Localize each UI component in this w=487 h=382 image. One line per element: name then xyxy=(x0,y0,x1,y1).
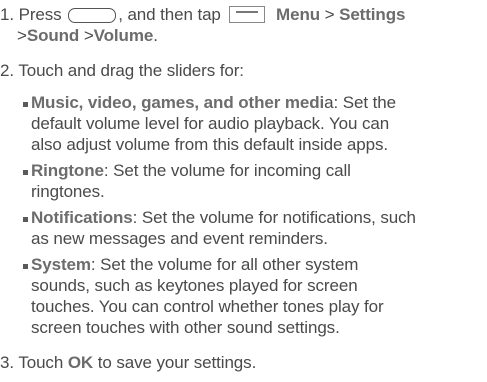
bullet-text-line: touches. You can control whether tones p… xyxy=(31,297,384,316)
step-number: 3. xyxy=(0,353,14,372)
step-text: to save your settings. xyxy=(97,353,257,372)
bullet-text-line: ringtones. xyxy=(31,182,105,201)
bullet-text-line: screen touches with other sound settings… xyxy=(31,318,340,337)
step-1: 1. Press , and then tap Menu > Settings xyxy=(0,3,405,25)
step-number: 1. xyxy=(0,5,14,24)
bullet-icon xyxy=(23,102,28,107)
bullet-text: : Set the volume for incoming call xyxy=(103,161,351,180)
step-1-cont: >Sound >Volume. xyxy=(17,25,158,46)
separator: > xyxy=(17,26,27,45)
bullet-icon xyxy=(23,217,28,222)
bullet-text-line: default volume level for audio playback.… xyxy=(31,114,390,133)
volume-label: Volume xyxy=(93,26,154,45)
step-number: 2. xyxy=(0,61,14,80)
settings-label: Settings xyxy=(339,5,406,24)
bullet-term: Ringtone xyxy=(31,161,104,180)
bullet-notifications: Notifications: Set the volume for notifi… xyxy=(31,207,416,228)
step-text: Touch and drag the sliders for: xyxy=(18,61,244,80)
bullet-icon xyxy=(23,170,28,175)
bullet-text-line: sounds, such as keytones played for scre… xyxy=(31,276,358,295)
step-2: 2. Touch and drag the sliders for: xyxy=(0,60,244,81)
step-text: Press xyxy=(18,5,62,24)
bullet-system: System: Set the volume for all other sys… xyxy=(31,254,358,275)
ok-label: OK xyxy=(67,353,94,372)
bullet-music: Music, video, games, and other media: Se… xyxy=(31,92,396,113)
bullet-text: : Set the volume for all other system xyxy=(90,255,359,274)
step-3: 3. Touch OK to save your settings. xyxy=(0,352,256,373)
bullet-term-tail: a xyxy=(324,93,334,112)
bullet-text: : Set the volume for notifications, such xyxy=(132,208,416,227)
step-text: Touch xyxy=(18,353,64,372)
step-text: , and then tap xyxy=(118,5,221,24)
menu-icon xyxy=(229,6,266,23)
period: . xyxy=(153,26,158,45)
separator: > xyxy=(324,5,335,24)
bullet-text: : Set the xyxy=(333,93,397,112)
bullet-term: Music, video, games, and other medi xyxy=(31,93,325,112)
bullet-term: System xyxy=(31,255,91,274)
bullet-text-line: as new messages and event reminders. xyxy=(31,229,328,248)
separator: > xyxy=(83,26,94,45)
bullet-text-line: also adjust volume from this default ins… xyxy=(31,135,389,154)
bullet-icon xyxy=(23,264,28,269)
bullet-ringtone: Ringtone: Set the volume for incoming ca… xyxy=(31,160,351,181)
bullet-term: Notifications xyxy=(31,208,133,227)
menu-label: Menu xyxy=(276,5,321,24)
sound-label: Sound xyxy=(26,26,80,45)
home-key-icon xyxy=(68,8,117,23)
